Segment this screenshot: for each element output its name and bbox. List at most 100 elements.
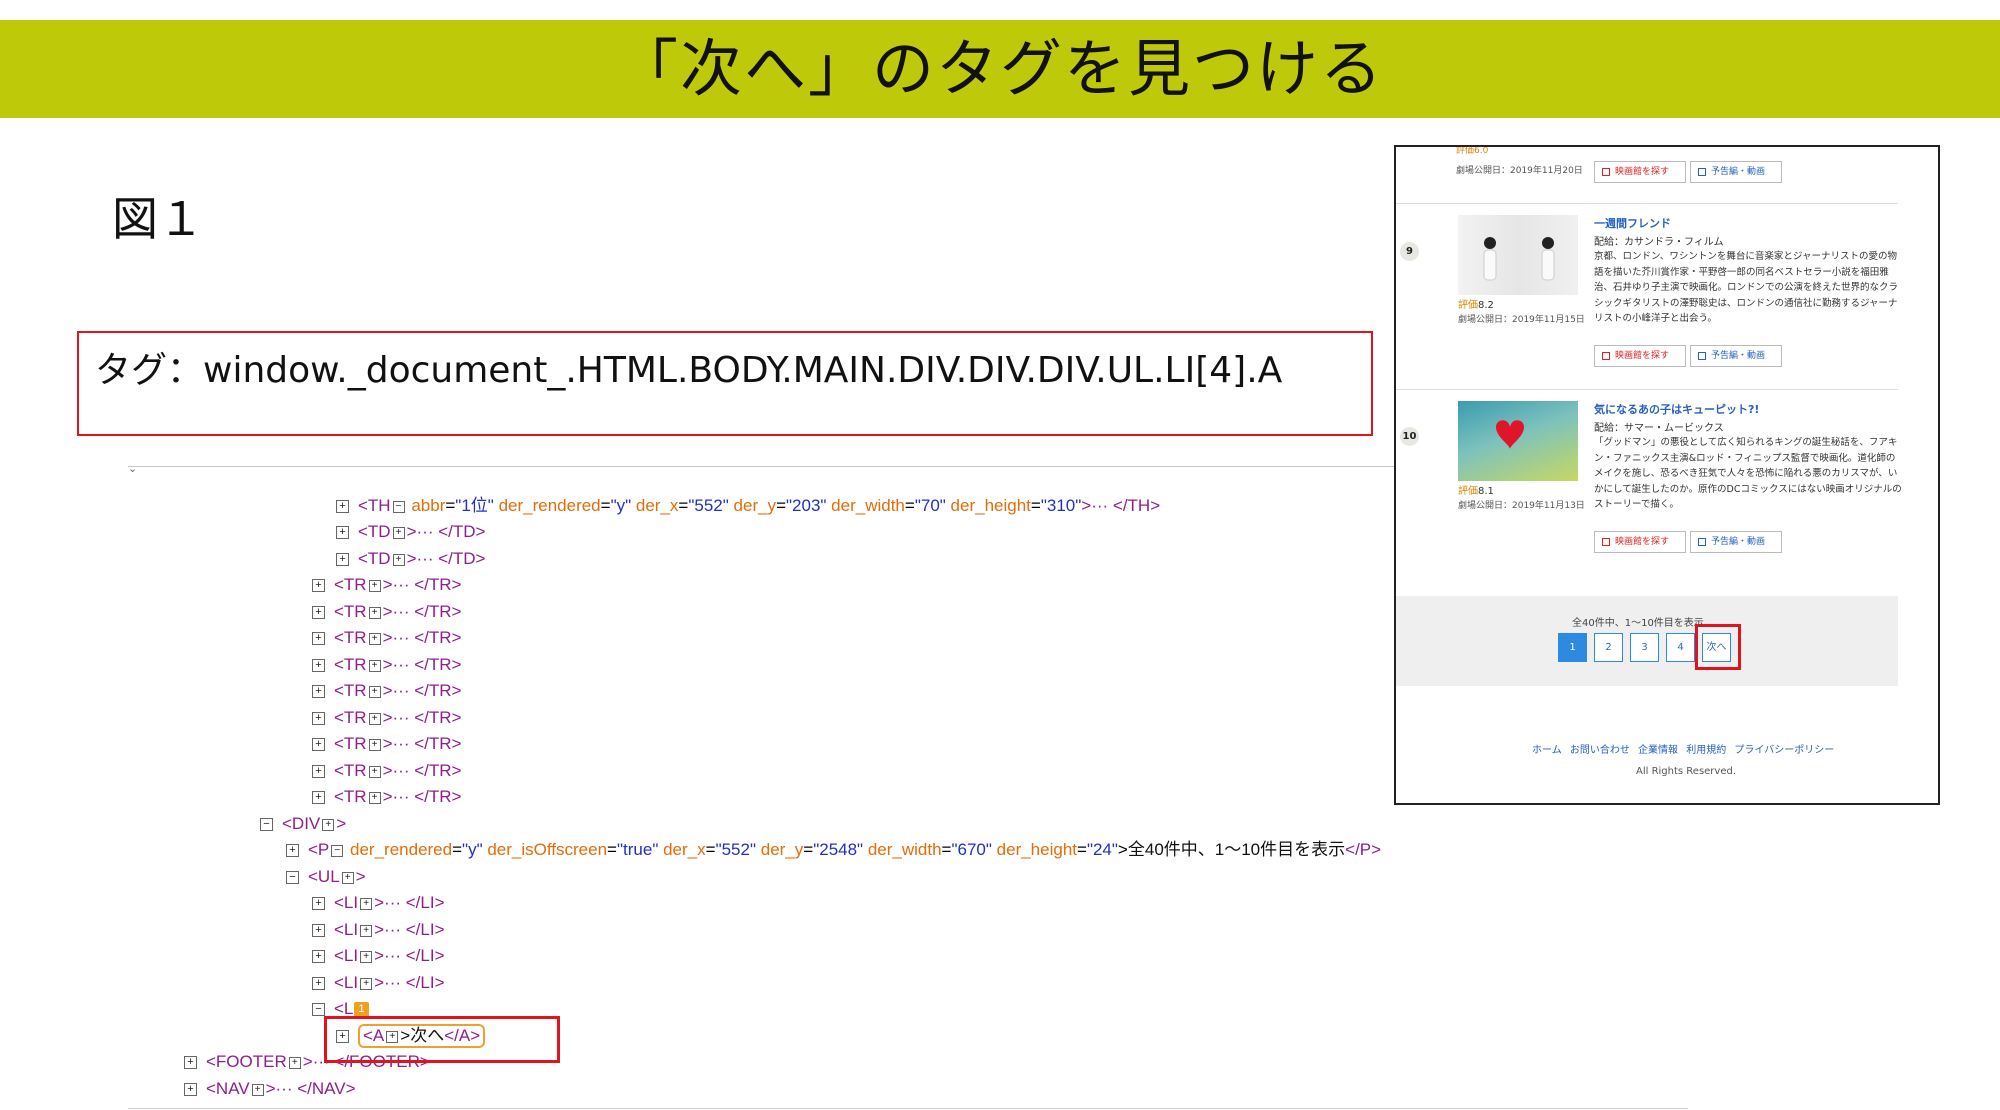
tree-node-li[interactable]: + <LI + >··· </LI> [312, 918, 445, 942]
tree-node-p[interactable]: + <P − der_rendered="y" der_isOffscreen="t… [286, 838, 1381, 862]
match-badge: 1 [354, 1002, 370, 1018]
collapse-icon[interactable]: − [260, 818, 273, 832]
poster-image [1483, 237, 1555, 281]
divider [1396, 389, 1898, 390]
expand-icon[interactable]: + [312, 924, 325, 938]
tree-node-tr[interactable]: + <TR + >··· </TR> [312, 732, 461, 756]
tree-node-th[interactable]: + <TH − abbr="1位" der_rendered="y" der_x="… [336, 494, 1160, 518]
expand-icon[interactable]: + [312, 738, 325, 752]
tag-path-text: タグ：window._document_.HTML.BODY.MAIN.DIV.… [95, 350, 1283, 391]
expand-icon[interactable]: + [312, 791, 325, 805]
rating: 評価8.1 [1458, 486, 1494, 497]
distributor: 配給：カサンドラ・フィルム [1594, 237, 1724, 248]
page-1-button[interactable]: 1 [1558, 633, 1587, 662]
expand-icon[interactable]: + [368, 738, 381, 751]
tag-path-box: タグ：window._document_.HTML.BODY.MAIN.DIV.… [77, 331, 1373, 436]
copyright: All Rights Reserved. [1636, 766, 1737, 777]
tree-node-tr[interactable]: + <TR + >··· </TR> [312, 573, 461, 597]
page-3-button[interactable]: 3 [1630, 633, 1659, 662]
tree-node-tr[interactable]: + <TR + >··· </TR> [312, 600, 461, 624]
expand-icon[interactable]: + [286, 844, 299, 858]
movie-title-link[interactable]: 一週間フレンド [1594, 215, 1671, 231]
expand-icon[interactable]: + [336, 526, 349, 540]
expand-icon[interactable]: + [336, 500, 349, 514]
tree-node-li[interactable]: + <LI + >··· </LI> [312, 891, 445, 915]
footer-links[interactable]: ホーム お問い合わせ 企業情報 利用規約 プライバシーポリシー [1532, 741, 1834, 756]
expand-icon[interactable]: + [360, 950, 373, 963]
expand-icon[interactable]: + [184, 1083, 197, 1097]
expand-icon[interactable]: + [360, 977, 373, 990]
expand-icon[interactable]: + [368, 579, 381, 592]
figure-label: 図１ [112, 192, 204, 246]
expand-icon[interactable]: + [368, 791, 381, 804]
expand-icon[interactable]: + [368, 712, 381, 725]
trailer-button[interactable]: 予告編・動画 [1690, 531, 1782, 553]
collapse-icon[interactable]: − [392, 500, 405, 513]
expand-icon[interactable]: + [368, 659, 381, 672]
expand-icon[interactable]: + [368, 685, 381, 698]
expand-icon[interactable]: + [368, 632, 381, 645]
expand-icon[interactable]: + [322, 818, 335, 831]
expand-icon[interactable]: + [312, 977, 325, 991]
tree-node-ul[interactable]: − <UL + > [286, 865, 366, 889]
find-theater-button[interactable]: 映画館を探す [1594, 161, 1686, 183]
tree-node-td[interactable]: + <TD + >··· </TD> [336, 520, 485, 544]
divider [128, 1108, 1688, 1109]
tree-node-tr[interactable]: + <TR + >··· </TR> [312, 626, 461, 650]
expand-icon[interactable]: + [312, 950, 325, 964]
tree-node-tr[interactable]: + <TR + >··· </TR> [312, 679, 461, 703]
rank-badge: 9 [1400, 242, 1419, 261]
trailer-button[interactable]: 予告編・動画 [1690, 345, 1782, 367]
divider [1396, 203, 1898, 204]
expand-icon[interactable]: + [288, 1056, 301, 1069]
find-theater-button[interactable]: 映画館を探す [1594, 531, 1686, 553]
expand-icon[interactable]: + [184, 1056, 197, 1070]
tree-node-tr[interactable]: + <TR + >··· </TR> [312, 785, 461, 809]
release-date: 劇場公開日：2019年11月20日 [1456, 166, 1583, 176]
expand-icon[interactable]: + [312, 659, 325, 673]
expand-icon[interactable]: + [312, 897, 325, 911]
tree-node-nav[interactable]: + <NAV + >··· </NAV> [184, 1077, 356, 1101]
find-theater-button[interactable]: 映画館を探す [1594, 345, 1686, 367]
tree-node-tr[interactable]: + <TR + >··· </TR> [312, 706, 461, 730]
rating: 評価6.0 [1456, 146, 1489, 156]
expand-icon[interactable]: + [312, 712, 325, 726]
expand-icon[interactable]: + [251, 1083, 264, 1096]
collapse-icon[interactable]: − [312, 1003, 325, 1017]
webpage-screenshot: 評価6.0 劇場公開日：2019年11月20日 映画館を探す 予告編・動画 9 … [1394, 145, 1940, 805]
tree-node-td[interactable]: + <TD + >··· </TD> [336, 547, 485, 571]
expand-icon[interactable]: + [341, 871, 354, 884]
expand-icon[interactable]: + [360, 924, 373, 937]
expand-icon[interactable]: + [392, 526, 405, 539]
trailer-button[interactable]: 予告編・動画 [1690, 161, 1782, 183]
expand-icon[interactable]: + [360, 897, 373, 910]
page-2-button[interactable]: 2 [1594, 633, 1623, 662]
movie-description: 京都、ロンドン、ワシントンを舞台に音楽家とジャーナリストの愛の物語を描いた芥川賞… [1594, 251, 1899, 324]
expand-icon[interactable]: + [312, 765, 325, 779]
tree-node-li[interactable]: + <LI + >··· </LI> [312, 971, 445, 995]
distributor: 配給：サマー・ムービックス [1594, 423, 1724, 434]
expand-icon[interactable]: + [368, 765, 381, 778]
expand-icon[interactable]: + [336, 553, 349, 567]
expand-icon[interactable]: + [312, 579, 325, 593]
release-date: 劇場公開日：2019年11月15日 [1458, 315, 1585, 325]
rank-badge: 10 [1400, 427, 1419, 446]
divider [128, 466, 1398, 467]
tree-node-li[interactable]: + <LI + >··· </LI> [312, 944, 445, 968]
expand-icon[interactable]: + [392, 553, 405, 566]
release-date: 劇場公開日：2019年11月13日 [1458, 501, 1585, 511]
highlight-box-tree [324, 1016, 560, 1063]
movie-title-link[interactable]: 気になるあの子はキューピット?! [1594, 401, 1759, 417]
movie-poster [1458, 215, 1578, 295]
collapse-icon[interactable]: − [331, 844, 344, 857]
tree-node-tr[interactable]: + <TR + >··· </TR> [312, 759, 461, 783]
page-4-button[interactable]: 4 [1666, 633, 1695, 662]
tree-node-div[interactable]: − <DIV + > [260, 812, 346, 836]
tree-node-tr[interactable]: + <TR + >··· </TR> [312, 653, 461, 677]
expand-icon[interactable]: + [312, 685, 325, 699]
expand-icon[interactable]: + [312, 632, 325, 646]
expand-icon[interactable]: + [368, 606, 381, 619]
movie-poster [1458, 401, 1578, 481]
collapse-icon[interactable]: − [286, 871, 299, 885]
expand-icon[interactable]: + [312, 606, 325, 620]
